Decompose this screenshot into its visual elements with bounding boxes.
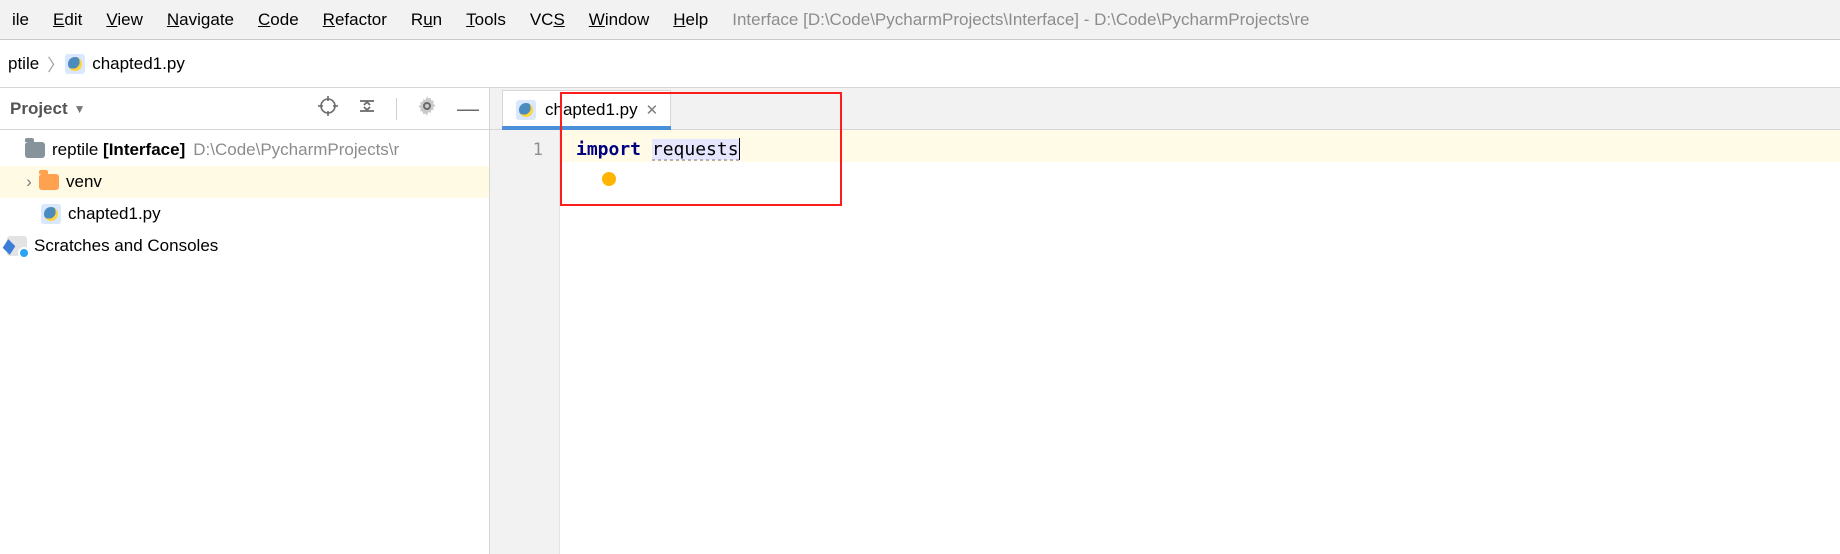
python-file-icon — [64, 53, 86, 75]
tool-window-title[interactable]: Project ▼ — [6, 99, 86, 119]
menu-code[interactable]: Code — [246, 0, 311, 40]
code-token-module: requests — [652, 139, 739, 160]
breadcrumb-item[interactable]: ptile — [0, 54, 47, 74]
menu-bar: ile Edit View Navigate Code Refactor Run… — [0, 0, 1840, 40]
tool-window-header: Project ▼ — — [0, 88, 489, 130]
python-file-icon — [515, 99, 537, 121]
menu-refactor[interactable]: Refactor — [311, 0, 399, 40]
folder-icon — [38, 171, 60, 193]
folder-icon — [24, 139, 46, 161]
hide-icon[interactable]: — — [457, 100, 479, 118]
scratch-icon — [6, 235, 28, 257]
menu-vcs[interactable]: VCS — [518, 0, 577, 40]
menu-view[interactable]: View — [94, 0, 155, 40]
chevron-right-icon[interactable]: › — [20, 172, 38, 192]
editor-area: chapted1.py ✕ 1 import requests — [490, 88, 1840, 554]
tree-root[interactable]: reptile [Interface] D:\Code\PycharmProje… — [0, 134, 489, 166]
menu-navigate[interactable]: Navigate — [155, 0, 246, 40]
chevron-down-icon: ▼ — [74, 102, 86, 116]
tree-item-file[interactable]: chapted1.py — [0, 198, 489, 230]
editor-tabs: chapted1.py ✕ — [490, 88, 1840, 130]
tree-item-venv[interactable]: › venv — [0, 166, 489, 198]
collapse-icon[interactable] — [358, 97, 376, 120]
close-icon[interactable]: ✕ — [646, 101, 659, 119]
editor-tab-label: chapted1.py — [545, 100, 638, 120]
gutter: 1 — [490, 130, 560, 554]
separator — [396, 98, 397, 120]
target-icon[interactable] — [318, 96, 338, 121]
menu-window[interactable]: Window — [577, 0, 661, 40]
editor-tab[interactable]: chapted1.py ✕ — [502, 90, 671, 130]
window-title: Interface [D:\Code\PycharmProjects\Inter… — [732, 0, 1840, 40]
intention-bulb-icon[interactable] — [602, 172, 616, 186]
breadcrumb-bar: ptile 〉 chapted1.py — [0, 40, 1840, 88]
menu-edit[interactable]: Edit — [41, 0, 94, 40]
menu-file[interactable]: ile — [0, 0, 41, 40]
menu-help[interactable]: Help — [661, 0, 720, 40]
python-file-icon — [40, 203, 62, 225]
code-area[interactable]: 1 import requests — [490, 130, 1840, 554]
code-viewport[interactable]: import requests — [560, 130, 1840, 554]
chevron-right-icon: 〉 — [47, 51, 64, 76]
tree-item-scratches[interactable]: Scratches and Consoles — [0, 230, 489, 262]
breadcrumb-item[interactable]: chapted1.py — [92, 54, 193, 74]
project-tree[interactable]: reptile [Interface] D:\Code\PycharmProje… — [0, 130, 489, 262]
menu-tools[interactable]: Tools — [454, 0, 518, 40]
code-keyword: import — [576, 139, 641, 160]
project-tool-window: Project ▼ — reptile [Interface] D:\Code\… — [0, 88, 490, 554]
menu-run[interactable]: Run — [399, 0, 454, 40]
line-number: 1 — [533, 140, 543, 160]
gear-icon[interactable] — [417, 96, 437, 121]
